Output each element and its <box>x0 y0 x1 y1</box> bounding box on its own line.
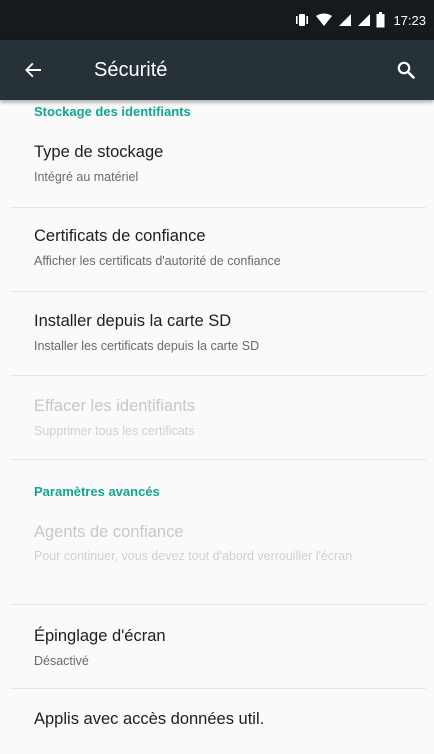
setting-title: Épinglage d'écran <box>34 627 166 645</box>
vibrate-icon <box>294 13 310 27</box>
setting-clear-credentials: Effacer les identifiants Supprimer tous … <box>0 376 434 460</box>
battery-icon <box>376 12 385 28</box>
back-button[interactable] <box>4 40 62 100</box>
clock: 17:23 <box>393 12 426 28</box>
setting-screen-pinning[interactable]: Épinglage d'écran Désactivé <box>0 605 434 688</box>
setting-summary: Intégré au matériel <box>34 170 139 184</box>
signal-icon <box>338 13 352 27</box>
setting-trust-agents: Agents de confiance Pour continuer, vous… <box>0 508 434 604</box>
setting-summary: Pour continuer, vous devez tout d'abord … <box>34 549 353 563</box>
setting-title: Installer depuis la carte SD <box>34 312 232 330</box>
setting-title: Type de stockage <box>34 143 164 161</box>
setting-title: Effacer les identifiants <box>34 397 196 415</box>
wifi-icon <box>315 13 333 27</box>
setting-title: Applis avec accès données util. <box>34 710 265 728</box>
status-bar: 17:23 <box>0 0 434 40</box>
setting-title: Certificats de confiance <box>34 227 206 245</box>
setting-install-from-sd[interactable]: Installer depuis la carte SD Installer l… <box>0 292 434 376</box>
setting-summary: Désactivé <box>34 654 89 668</box>
setting-summary: Supprimer tous les certificats <box>34 424 195 438</box>
setting-title: Agents de confiance <box>34 523 184 541</box>
section-header-advanced: Paramètres avancés <box>34 484 160 499</box>
app-bar: Sécurité <box>0 40 434 100</box>
search-button[interactable] <box>378 40 434 100</box>
setting-summary: Afficher les certificats d'autorité de c… <box>34 254 281 268</box>
setting-summary: Installer les certificats depuis la cart… <box>34 339 260 353</box>
page-title: Sécurité <box>94 58 168 81</box>
signal-icon <box>357 13 371 27</box>
setting-trusted-certificates[interactable]: Certificats de confiance Afficher les ce… <box>0 208 434 292</box>
section-header-credentials: Stockage des identifiants <box>34 104 191 119</box>
back-arrow-icon <box>24 61 42 79</box>
divider <box>10 459 426 460</box>
setting-usage-access[interactable]: Applis avec accès données util. <box>0 689 434 754</box>
search-icon <box>397 61 415 79</box>
setting-storage-type[interactable]: Type de stockage Intégré au matériel <box>0 126 434 208</box>
settings-list[interactable]: Stockage des identifiants Type de stocka… <box>0 100 434 754</box>
